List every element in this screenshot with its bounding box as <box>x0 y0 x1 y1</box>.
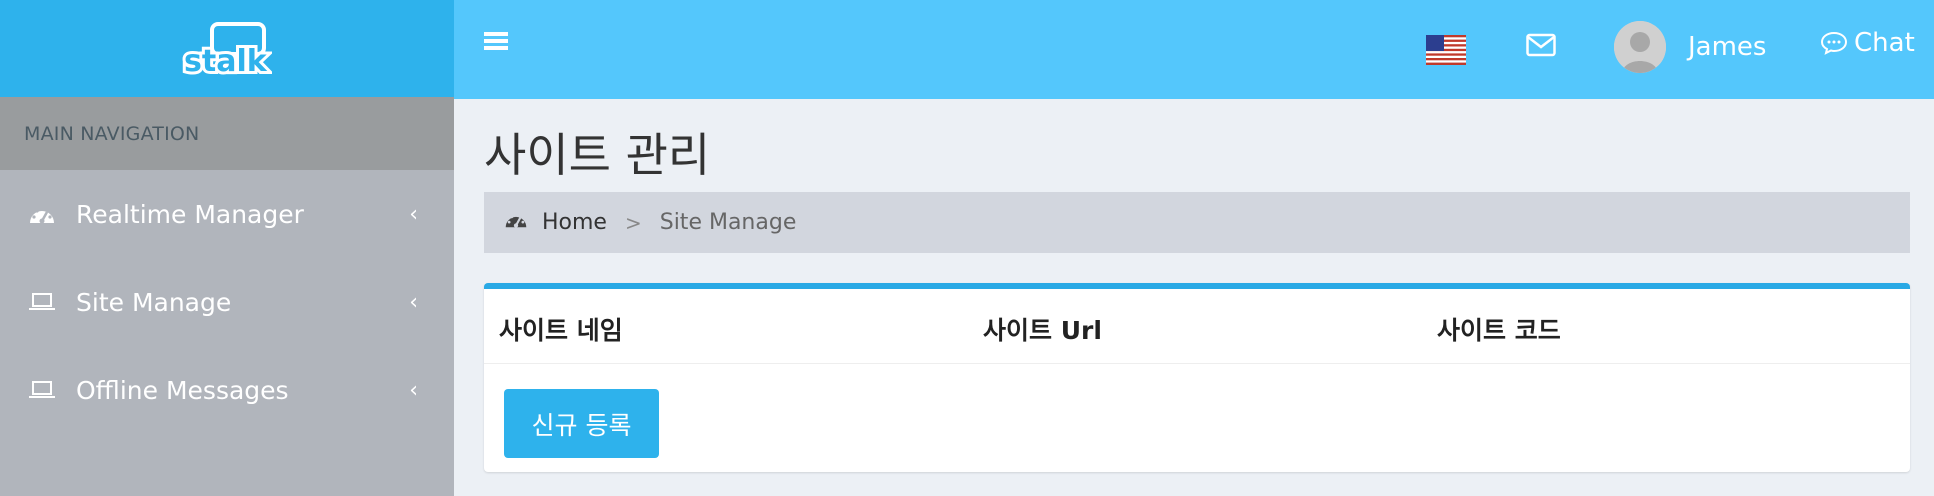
chat-label: Chat <box>1854 28 1915 58</box>
page-title: 사이트 관리 <box>484 128 711 182</box>
sidebar-item-label: Realtime Manager <box>76 199 304 229</box>
us-flag-icon[interactable] <box>1426 35 1466 65</box>
sidebar-item-realtime-manager[interactable]: Realtime Manager ‹ <box>0 170 454 258</box>
menu-toggle-icon[interactable] <box>484 30 508 56</box>
chevron-left-icon: ‹ <box>409 201 418 227</box>
top-navbar: James Chat <box>454 0 1934 99</box>
user-menu[interactable]: James <box>1614 21 1766 73</box>
laptop-icon <box>28 288 62 316</box>
table-header: 사이트 네임 사이트 Url 사이트 코드 <box>484 289 1910 364</box>
chat-icon <box>1820 31 1848 55</box>
brand-logo[interactable]: stalk <box>0 0 454 97</box>
stalk-logo-icon: stalk <box>182 21 271 77</box>
breadcrumb-current: Site Manage <box>659 210 797 235</box>
sidebar-item-label: Site Manage <box>76 287 232 317</box>
new-site-button[interactable]: 신규 등록 <box>504 389 659 458</box>
column-header-site-name: 사이트 네임 <box>499 316 623 345</box>
chevron-left-icon: ‹ <box>409 377 418 403</box>
nav-header: MAIN NAVIGATION <box>0 97 454 170</box>
sidebar-item-label: Offline Messages <box>76 375 289 405</box>
breadcrumb-separator: > <box>624 210 642 235</box>
column-header-site-code: 사이트 코드 <box>1437 316 1561 345</box>
site-list-box: 사이트 네임 사이트 Url 사이트 코드 신규 등록 <box>484 283 1910 472</box>
chat-button[interactable]: Chat <box>1820 28 1915 58</box>
avatar <box>1614 21 1666 73</box>
sidebar-item-offline-messages[interactable]: Offline Messages ‹ <box>0 346 454 434</box>
column-header-site-url: 사이트 Url <box>983 316 1102 345</box>
breadcrumb: Home > Site Manage <box>484 192 1910 253</box>
chevron-left-icon: ‹ <box>409 289 418 315</box>
svg-text:stalk: stalk <box>184 44 268 77</box>
user-name: James <box>1688 32 1767 62</box>
main-content: 사이트 관리 Home > Site Manage 사이트 네임 사이트 Url… <box>454 99 1934 496</box>
dashboard-icon <box>28 200 62 228</box>
mail-icon[interactable] <box>1526 33 1556 61</box>
sidebar-item-site-manage[interactable]: Site Manage ‹ <box>0 258 454 346</box>
sidebar: stalk MAIN NAVIGATION Realtime Manager ‹… <box>0 0 454 496</box>
laptop-icon <box>28 376 62 404</box>
dashboard-icon <box>504 210 528 235</box>
breadcrumb-home-link[interactable]: Home <box>542 210 607 235</box>
